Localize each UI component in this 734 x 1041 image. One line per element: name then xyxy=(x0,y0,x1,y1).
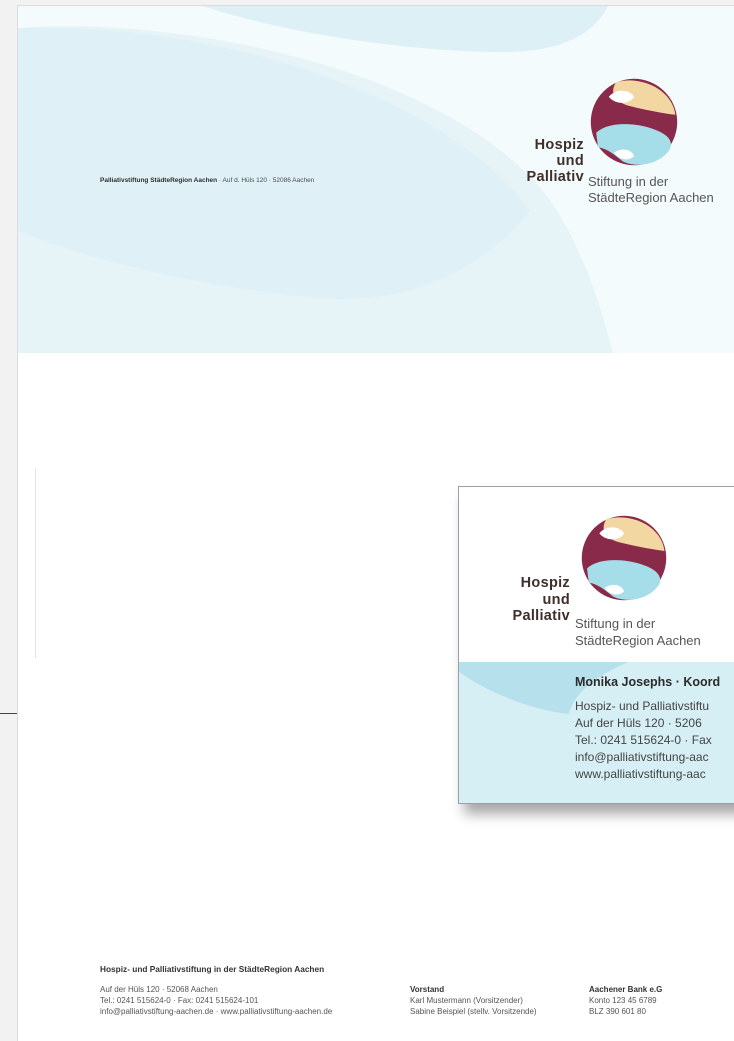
letter-footer: Hospiz- und Palliativstiftung in der Stä… xyxy=(100,964,662,1024)
footer-title: Hospiz- und Palliativstiftung in der Stä… xyxy=(100,964,325,974)
footer-bank-account: Konto 123 45 6789 xyxy=(589,996,657,1005)
card-line-email: info@palliativstiftung-aac xyxy=(575,750,709,764)
footer-board-column: Vorstand Karl Mustermann (Vorsitzender) … xyxy=(410,984,537,1017)
logo-subtitle-2: StädteRegion Aachen xyxy=(588,190,714,205)
sender-name: Palliativstiftung StädteRegion Aachen xyxy=(100,177,218,184)
footer-board-title: Vorstand xyxy=(410,985,445,994)
sender-address-line: Palliativstiftung StädteRegion Aachen · … xyxy=(100,177,314,184)
page-edge-line xyxy=(35,468,36,658)
card-logo-subtitle-2: StädteRegion Aachen xyxy=(575,633,701,648)
footer-board-member: Sabine Beispiel (stellv. Vorsitzende) xyxy=(410,1007,537,1016)
card-logo-word-palliativ: Palliativ xyxy=(512,608,570,624)
card-person-name: Monika Josephs · Koord xyxy=(575,675,721,689)
card-logo-globe-icon xyxy=(581,515,667,601)
fold-mark xyxy=(0,713,17,714)
logo-word-hospiz: Hospiz xyxy=(534,137,584,153)
business-card: Hospiz und Palliativ Stiftung in der Stä… xyxy=(458,486,734,804)
card-logo-word-und: und xyxy=(542,592,570,608)
logo-globe-icon xyxy=(590,78,678,166)
footer-bank-column: Aachener Bank e.G Konto 123 45 6789 BLZ … xyxy=(589,984,662,1017)
footer-board-member: Karl Mustermann (Vorsitzender) xyxy=(410,996,523,1005)
footer-web-line: info@palliativstiftung-aachen.de · www.p… xyxy=(100,1007,333,1016)
card-contact-lines: Hospiz- und Palliativstiftu Auf der Hüls… xyxy=(575,698,712,783)
footer-address-line: Auf der Hüls 120 · 52068 Aachen xyxy=(100,985,218,994)
card-contact-panel: Monika Josephs · Koord Hospiz- und Palli… xyxy=(459,662,734,803)
card-line-address: Auf der Hüls 120 · 5206 xyxy=(575,716,702,730)
footer-bank-code: BLZ 390 601 80 xyxy=(589,1007,646,1016)
logo-subtitle-1: Stiftung in der xyxy=(588,174,669,189)
footer-bank-title: Aachener Bank e.G xyxy=(589,985,663,994)
card-line-org: Hospiz- und Palliativstiftu xyxy=(575,699,710,713)
card-logo-word-hospiz: Hospiz xyxy=(520,575,570,591)
sender-address: · Auf d. Hüls 120 · 52086 Aachen xyxy=(217,177,315,184)
card-line-web: www.palliativstiftung-aac xyxy=(575,767,706,781)
logo-word-und: und xyxy=(556,153,584,169)
logo-word-palliativ: Palliativ xyxy=(526,169,584,185)
footer-phone-line: Tel.: 0241 515624-0 · Fax: 0241 515624-1… xyxy=(100,996,259,1005)
footer-address-column: Auf der Hüls 120 · 52068 Aachen Tel.: 02… xyxy=(100,984,332,1017)
card-logo-subtitle-1: Stiftung in der xyxy=(575,616,656,631)
letter-page: Palliativstiftung StädteRegion Aachen · … xyxy=(18,6,734,1041)
card-line-phone: Tel.: 0241 515624-0 · Fax xyxy=(575,733,712,747)
